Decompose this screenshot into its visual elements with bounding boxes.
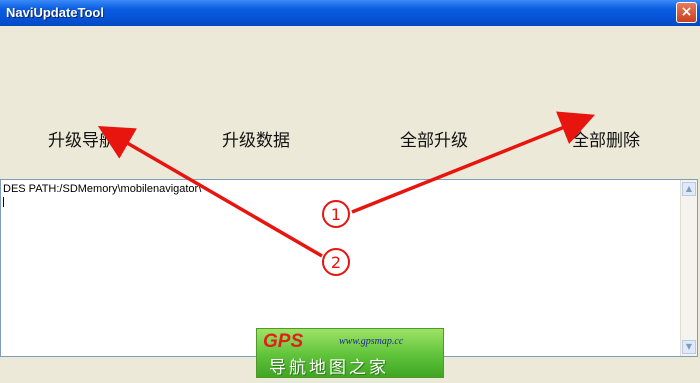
watermark-brand: GPS [263, 331, 304, 352]
annotation-arrow-1 [351, 111, 595, 214]
annotation-arrow-2 [97, 125, 323, 258]
callout-1-label: 1 [331, 205, 341, 224]
callout-2-label: 2 [331, 253, 341, 272]
watermark-slogan: 导航地图之家 [269, 358, 389, 378]
gpsmap-watermark-logo: GPS www.gpsmap.cc 导航地图之家 [256, 328, 444, 378]
annotation-overlay: 1 2 [97, 111, 595, 276]
watermark-url: www.gpsmap.cc [339, 336, 404, 347]
